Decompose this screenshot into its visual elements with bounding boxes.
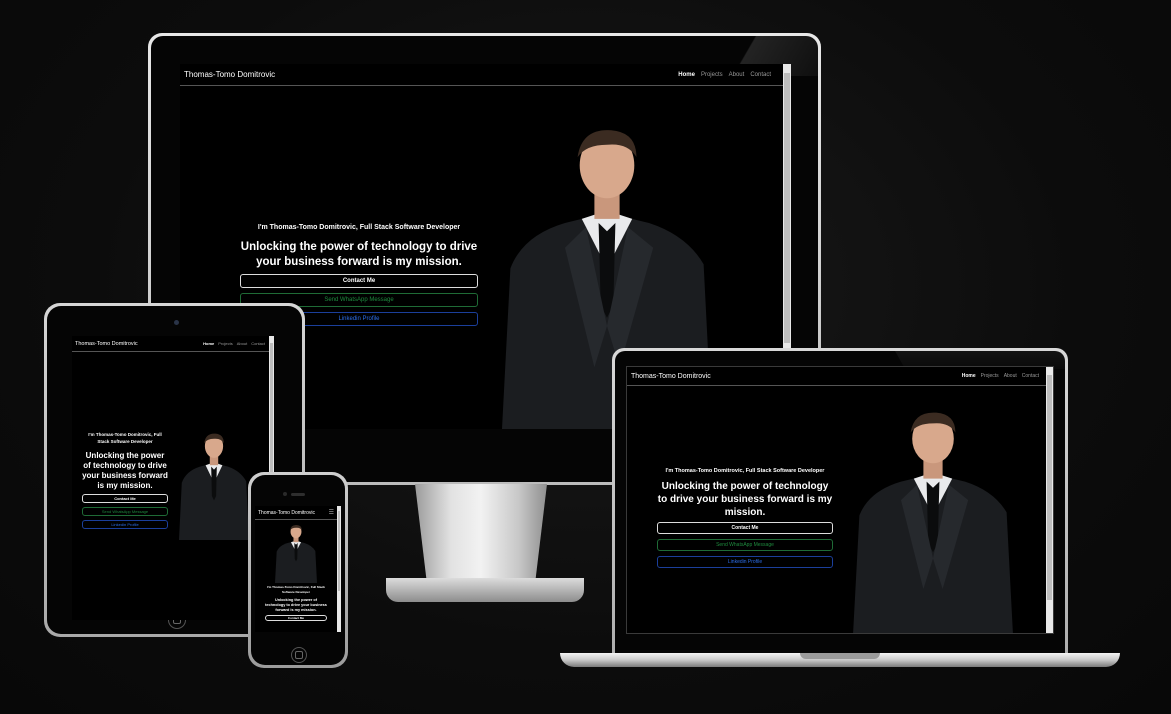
phone-home-button: [291, 647, 307, 663]
nav-projects[interactable]: Projects: [218, 341, 232, 346]
hero-intro: I'm Thomas-Tomo Domitrovic, Full Stack S…: [665, 468, 825, 474]
nav-home[interactable]: Home: [203, 341, 214, 346]
nav-projects[interactable]: Projects: [981, 373, 999, 379]
nav-projects[interactable]: Projects: [701, 72, 723, 78]
phone-speaker: [291, 493, 305, 496]
hero-intro: I'm Thomas-Tomo Domitrovic, Full Stack S…: [267, 585, 325, 594]
scrollbar[interactable]: [1046, 367, 1053, 633]
contact-button[interactable]: Contact Me: [82, 494, 168, 503]
hero-intro: I'm Thomas-Tomo Domitrovic, Full Stack S…: [88, 432, 162, 444]
nav-links: Home Projects About Contact: [962, 373, 1039, 379]
nav-contact[interactable]: Contact: [251, 341, 265, 346]
hero-headline: Unlocking the power of technology to dri…: [240, 241, 478, 268]
navbar: Thomas-Tomo Domitrovic Home Projects Abo…: [627, 367, 1053, 386]
contact-button[interactable]: Contact Me: [265, 615, 327, 621]
scrollbar[interactable]: [337, 506, 341, 632]
profile-photo: [179, 430, 249, 540]
monitor-stand-base: [386, 578, 584, 602]
whatsapp-button[interactable]: Send WhatsApp Message: [657, 539, 833, 551]
hero-section: I'm Thomas-Tomo Domitrovic, Full Stack S…: [82, 431, 168, 529]
hero-section: I'm Thomas-Tomo Domitrovic, Full Stack S…: [657, 468, 833, 568]
scrollbar-thumb[interactable]: [784, 73, 790, 343]
hamburger-menu-icon[interactable]: ☰: [329, 509, 334, 516]
portrait-illustration: [179, 433, 249, 540]
nav-about[interactable]: About: [729, 72, 745, 78]
nav-contact[interactable]: Contact: [750, 72, 771, 78]
nav-home[interactable]: Home: [962, 373, 976, 379]
profile-photo: [853, 405, 1013, 633]
contact-button[interactable]: Contact Me: [657, 522, 833, 534]
phone-camera: [283, 492, 287, 496]
hero-intro: I'm Thomas-Tomo Domitrovic, Full Stack S…: [257, 224, 461, 231]
monitor-stand-neck: [415, 484, 547, 584]
nav-home[interactable]: Home: [678, 72, 695, 78]
hero-headline: Unlocking the power of technology to dri…: [82, 451, 168, 490]
brand-logo[interactable]: Thomas-Tomo Domitrovic: [75, 341, 138, 347]
portrait-illustration: [275, 524, 317, 583]
navbar: Thomas-Tomo Domitrovic ☰: [255, 506, 341, 520]
hero-headline: Unlocking the power of technology to dri…: [265, 598, 327, 612]
nav-about[interactable]: About: [1004, 373, 1017, 379]
linkedin-button[interactable]: Linkedin Profile: [657, 556, 833, 568]
navbar: Thomas-Tomo Domitrovic Home Projects Abo…: [180, 64, 791, 86]
brand-logo[interactable]: Thomas-Tomo Domitrovic: [184, 70, 275, 79]
laptop-screen: Thomas-Tomo Domitrovic Home Projects Abo…: [626, 366, 1054, 634]
tablet-screen: Thomas-Tomo Domitrovic Home Projects Abo…: [72, 336, 274, 620]
nav-links: Home Projects About Contact: [203, 341, 265, 346]
nav-about[interactable]: About: [237, 341, 247, 346]
scrollbar-thumb[interactable]: [1047, 375, 1052, 600]
nav-links: Home Projects About Contact: [678, 72, 771, 78]
laptop-notch: [800, 653, 880, 659]
linkedin-button[interactable]: Linkedin Profile: [82, 520, 168, 529]
brand-logo[interactable]: Thomas-Tomo Domitrovic: [631, 373, 711, 380]
navbar: Thomas-Tomo Domitrovic Home Projects Abo…: [72, 336, 274, 352]
scrollbar-thumb[interactable]: [338, 511, 340, 591]
nav-contact[interactable]: Contact: [1022, 373, 1039, 379]
phone-screen: Thomas-Tomo Domitrovic ☰ I'm Thomas-Tomo…: [255, 506, 341, 632]
hero-section: I'm Thomas-Tomo Domitrovic, Full Stack S…: [265, 585, 327, 621]
brand-logo[interactable]: Thomas-Tomo Domitrovic: [258, 510, 315, 516]
whatsapp-button[interactable]: Send WhatsApp Message: [82, 507, 168, 516]
contact-button[interactable]: Contact Me: [240, 274, 478, 288]
profile-photo: [275, 523, 317, 583]
hero-headline: Unlocking the power of technology to dri…: [657, 481, 833, 518]
portrait-illustration: [853, 412, 1013, 633]
tablet-camera: [174, 320, 179, 325]
